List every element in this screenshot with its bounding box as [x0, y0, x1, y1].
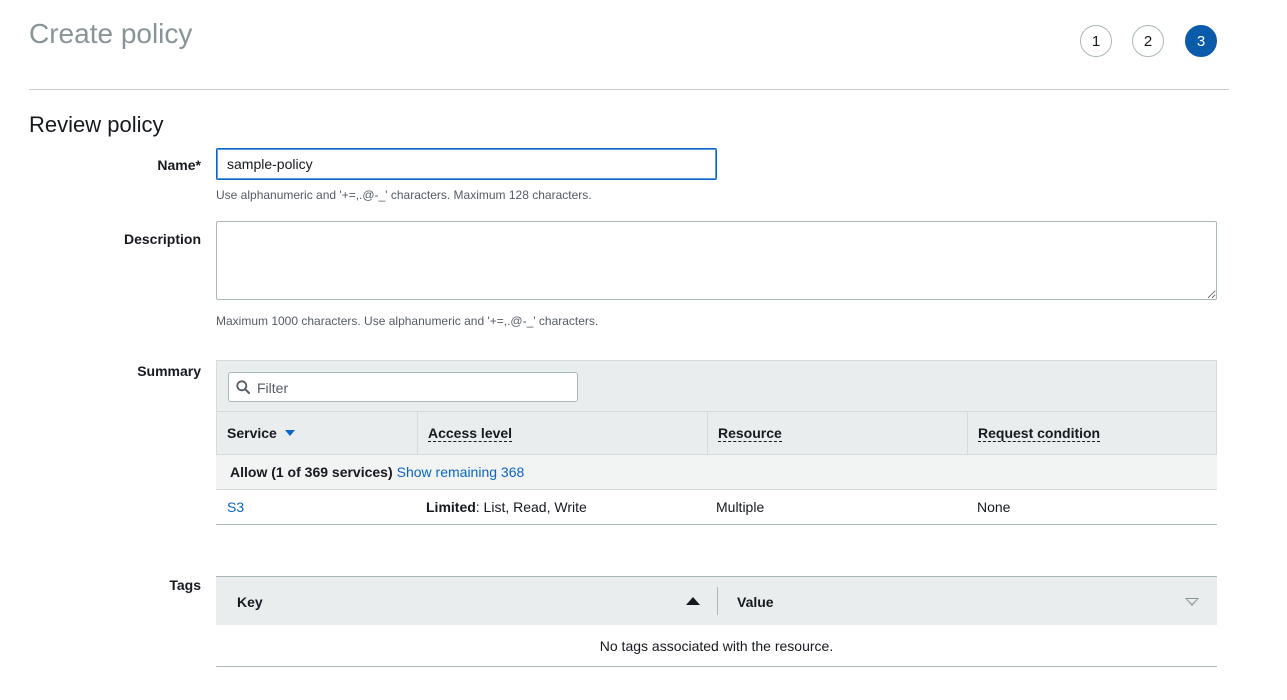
policy-name-input[interactable] — [216, 148, 717, 180]
column-separator — [717, 587, 718, 615]
tags-empty-message: No tags associated with the resource. — [216, 625, 1217, 667]
summary-label: Summary — [137, 363, 201, 379]
summary-filter-bar — [216, 360, 1217, 412]
tags-table-header: Key Value — [216, 576, 1217, 625]
tags-label: Tags — [169, 577, 201, 593]
header-divider — [29, 89, 1229, 90]
description-label: Description — [123, 231, 201, 247]
service-link-s3[interactable]: S3 — [227, 499, 244, 515]
column-header-service-label: Service — [227, 425, 277, 441]
table-row: S3 Limited: List, Read, Write Multiple N… — [216, 490, 1217, 525]
step-1-indicator[interactable]: 1 — [1080, 25, 1112, 57]
column-header-request-condition-label: Request condition — [978, 424, 1101, 442]
summary-table: Service Access level Resource Request co… — [216, 360, 1217, 525]
access-level-summary: Limited — [426, 499, 476, 515]
access-level-cell: Limited: List, Read, Write — [426, 490, 587, 524]
column-header-service[interactable]: Service — [217, 412, 417, 454]
page-title: Create policy — [29, 18, 193, 49]
section-title: Review policy — [29, 112, 164, 137]
column-header-access-level[interactable]: Access level — [418, 412, 707, 454]
step-3-indicator: 3 — [1185, 25, 1217, 57]
filter-input-wrapper[interactable] — [228, 372, 578, 403]
column-header-access-level-label: Access level — [428, 424, 513, 442]
request-condition-cell: None — [977, 499, 1011, 515]
allow-group-label: Allow (1 of 369 services) — [230, 464, 393, 480]
summary-filter-input[interactable] — [255, 373, 569, 403]
show-remaining-services-link[interactable]: Show remaining 368 — [397, 464, 525, 480]
sort-ascending-icon[interactable] — [686, 597, 700, 605]
name-label: Name* — [157, 157, 201, 173]
tags-column-key[interactable]: Key — [237, 594, 263, 610]
description-hint: Maximum 1000 characters. Use alphanumeri… — [216, 314, 599, 328]
column-header-resource-label: Resource — [718, 424, 782, 442]
resource-cell: Multiple — [716, 499, 765, 515]
tags-column-value[interactable]: Value — [737, 594, 774, 610]
allow-group-row: Allow (1 of 369 services) Show remaining… — [216, 455, 1217, 490]
sort-descending-icon[interactable] — [1185, 598, 1199, 606]
sort-descending-icon — [284, 430, 295, 436]
column-header-resource[interactable]: Resource — [708, 412, 967, 454]
column-header-request-condition[interactable]: Request condition — [968, 412, 1216, 454]
search-icon — [236, 380, 250, 394]
step-2-indicator[interactable]: 2 — [1132, 25, 1164, 57]
summary-table-header: Service Access level Resource Request co… — [216, 412, 1217, 455]
description-textarea[interactable] — [216, 221, 1217, 300]
access-level-detail: : List, Read, Write — [475, 499, 587, 515]
name-hint: Use alphanumeric and '+=,.@-_' character… — [216, 188, 592, 202]
